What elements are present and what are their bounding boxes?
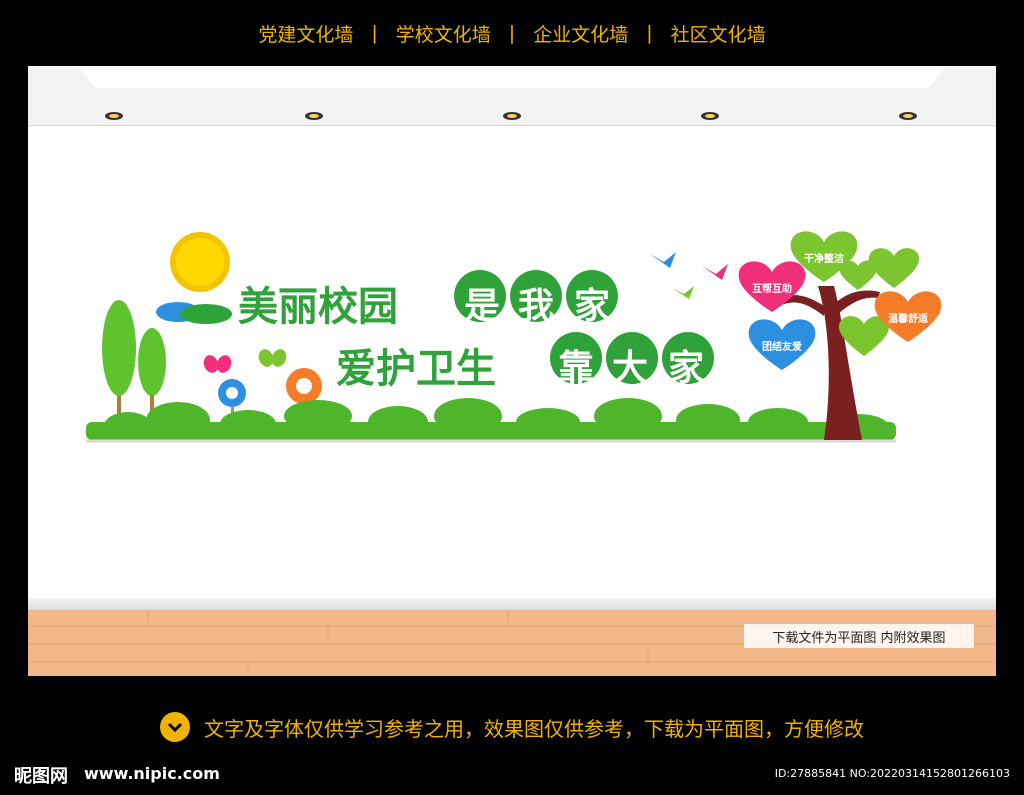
bird-icon [650,252,728,299]
heart-label: 互帮互助 [752,284,792,295]
cloud-icon [156,302,232,324]
heart-label: 干净整洁 [804,254,844,265]
room-mockup: 美丽校园 是 我 家 爱护卫生 靠 大 家 干净整洁 互帮互助 温馨舒适 团结友… [28,66,996,676]
title-circle-char: 家 [667,348,704,389]
title-circle-char: 我 [517,286,554,327]
wall-title-line2: 爱护卫生 靠 大 家 [336,336,714,394]
title-plain-text: 美丽校园 [238,284,398,330]
floor-note: 下载文件为平面图 内附效果图 [744,624,974,648]
sun-icon [170,232,230,292]
nav-item-community[interactable]: 社区文化墙 [653,20,784,47]
grass-strip [86,398,896,440]
top-nav: 党建文化墙 | 学校文化墙 | 企业文化墙 | 社区文化墙 [0,0,1024,66]
heart-label: 温馨舒适 [888,314,928,325]
nav-item-party[interactable]: 党建文化墙 [240,20,371,47]
site-logo: 昵图网 [14,766,68,787]
title-plain-text: 爱护卫生 [336,346,496,392]
chevron-down-icon [160,712,190,742]
wall-title-line1: 美丽校园 是 我 家 [238,274,620,332]
title-circle-char: 大 [611,348,648,389]
title-circle-char: 是 [463,286,500,327]
heart-label: 团结友爱 [762,342,802,353]
butterfly-icon [258,349,287,367]
image-id: ID:27885841 NO:20220314152801266103 [774,767,1010,780]
title-circle-char: 家 [573,286,610,327]
title-circle-char: 靠 [557,348,594,389]
caption-bar: 文字及字体仅供学习参考之用，效果图仅供参考，下载为平面图，方便修改 [0,700,1024,754]
nav-item-enterprise[interactable]: 企业文化墙 [515,20,646,47]
butterfly-icon [203,355,232,373]
caption-text: 文字及字体仅供学习参考之用，效果图仅供参考，下载为平面图，方便修改 [204,716,864,741]
nav-item-school[interactable]: 学校文化墙 [378,20,509,47]
site-url[interactable]: www.nipic.com [84,764,220,783]
